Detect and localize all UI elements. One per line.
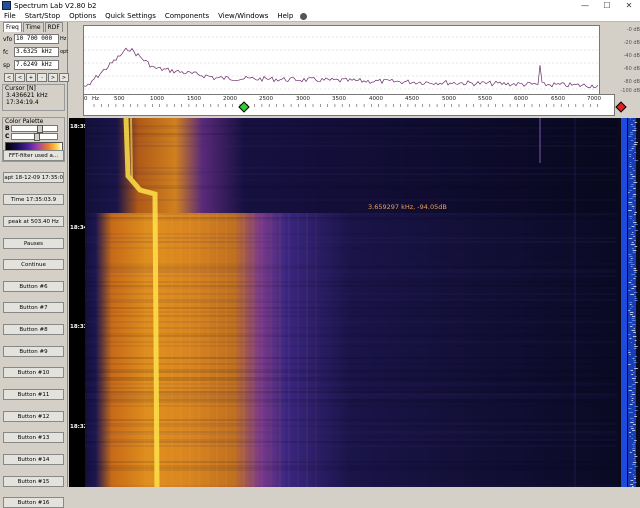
panel-button-3[interactable]: Time 17:35:03.9	[3, 194, 64, 205]
menu-bar: File Start/Stop Options Quick Settings C…	[0, 11, 640, 22]
db-label: -80 dB	[623, 79, 640, 85]
menu-help[interactable]: Help	[277, 12, 293, 20]
fc-label: fc	[3, 48, 9, 56]
panel-button-9[interactable]: Button #8	[3, 324, 64, 335]
cursor-time: 17:34:19.4	[6, 99, 39, 106]
palette-title: Color Palette	[5, 118, 44, 125]
vfo-input[interactable]: 10 700 000	[14, 34, 59, 44]
contrast-row: C	[5, 133, 64, 141]
brightness-knob[interactable]	[36, 125, 43, 133]
panel-button-15[interactable]: Button #14	[3, 454, 64, 465]
minimize-button[interactable]: —	[576, 0, 594, 11]
nav-left-fast-button[interactable]: <	[4, 73, 14, 82]
nav-right-button[interactable]: >	[48, 73, 58, 82]
sp-field: sp 7.6249 kHz	[3, 60, 59, 70]
window-title: Spectrum Lab V2.80 b2	[14, 1, 97, 10]
close-button[interactable]: ✕	[620, 0, 638, 11]
maximize-button[interactable]: ☐	[598, 0, 616, 11]
db-label: -20 dB	[623, 40, 640, 46]
panel-button-4[interactable]: peak at 503.40 Hz	[3, 216, 64, 227]
spectrum-plot[interactable]	[83, 25, 600, 95]
freq-nav-buttons: < < + - > >	[4, 73, 70, 82]
cursor-freq: 3.436621 kHz	[6, 92, 48, 99]
menu-view-windows[interactable]: View/Windows	[218, 12, 268, 20]
tab-rdf[interactable]: RDF	[44, 22, 63, 32]
panel-button-2[interactable]: Capt 18-12-09 17:35:03	[3, 172, 64, 183]
panel-button-5[interactable]: Pauses	[3, 238, 64, 249]
panel-button-13[interactable]: Button #12	[3, 411, 64, 422]
db-label: -60 dB	[623, 66, 640, 72]
cursor-group: Cursor [N] 3.436621 kHz 17:34:19.4	[2, 84, 65, 111]
panel-button-16[interactable]: Button #15	[3, 476, 64, 487]
vfo-field: vfo 10 700 000 Hz	[3, 34, 66, 44]
zoom-out-button[interactable]: -	[37, 73, 47, 82]
panel-button-7[interactable]: Button #6	[3, 281, 64, 292]
panel-button-10[interactable]: Button #9	[3, 346, 64, 357]
right-level-strip	[617, 118, 640, 487]
menu-options[interactable]: Options	[69, 12, 96, 20]
sp-label: sp	[3, 61, 10, 69]
spectrum-trace	[84, 47, 599, 89]
fc-opt-button[interactable]: opt	[60, 49, 68, 55]
app-icon	[2, 1, 11, 10]
waterfall-annotation: 3.659297 kHz, -94.05dB	[368, 203, 447, 211]
panel-button-17[interactable]: Button #16	[3, 497, 64, 508]
nav-right-fast-button[interactable]: >	[59, 73, 69, 82]
panel-button-6[interactable]: Continue	[3, 259, 64, 270]
panel-button-14[interactable]: Button #13	[3, 432, 64, 443]
menu-start-stop[interactable]: Start/Stop	[25, 12, 60, 20]
panel-button-12[interactable]: Button #11	[3, 389, 64, 400]
frequency-axis[interactable]: 0 Hz 500 1000 1500 2000 2500 3000 3500 4…	[83, 94, 627, 116]
db-scale: -0 dB -20 dB -40 dB -60 dB -80 dB -100 d…	[600, 22, 640, 94]
sp-input[interactable]: 7.6249 kHz	[14, 60, 59, 70]
db-label: -0 dB	[626, 27, 640, 33]
title-bar: Spectrum Lab V2.80 b2 — ☐ ✕	[0, 0, 640, 11]
contrast-knob[interactable]	[34, 133, 40, 141]
zoom-in-button[interactable]: +	[26, 73, 36, 82]
waterfall-display[interactable]	[85, 118, 617, 487]
brightness-row: B	[5, 125, 64, 133]
contrast-slider[interactable]	[11, 133, 58, 141]
tab-freq[interactable]: Freq	[3, 22, 22, 32]
db-label: -100 dB	[620, 88, 640, 94]
fc-input[interactable]: 3.6325 kHz	[14, 47, 59, 57]
menu-components[interactable]: Components	[165, 12, 209, 20]
fc-field: fc 3.6325 kHz opt	[3, 47, 68, 57]
menu-quick-settings[interactable]: Quick Settings	[105, 12, 156, 20]
db-label: -40 dB	[623, 53, 640, 59]
panel-button-1[interactable]: FFT-filter used a...	[3, 150, 64, 161]
tab-time[interactable]: Time	[22, 22, 44, 32]
status-indicator-icon	[300, 12, 308, 20]
vfo-label: vfo	[3, 35, 13, 43]
waterfall-time-axis: 18:35 18:34 18:33 18:32	[69, 118, 88, 487]
menu-file[interactable]: File	[4, 12, 16, 20]
panel-tabs: Freq Time RDF	[3, 22, 64, 32]
panel-button-8[interactable]: Button #7	[3, 302, 64, 313]
panel-button-11[interactable]: Button #10	[3, 367, 64, 378]
vfo-unit: Hz	[60, 36, 67, 42]
brightness-slider[interactable]	[11, 125, 58, 133]
cursor-title: Cursor [N]	[5, 85, 36, 92]
control-panel: Freq Time RDF vfo 10 700 000 Hz fc 3.632…	[0, 22, 70, 508]
nav-left-button[interactable]: <	[15, 73, 25, 82]
